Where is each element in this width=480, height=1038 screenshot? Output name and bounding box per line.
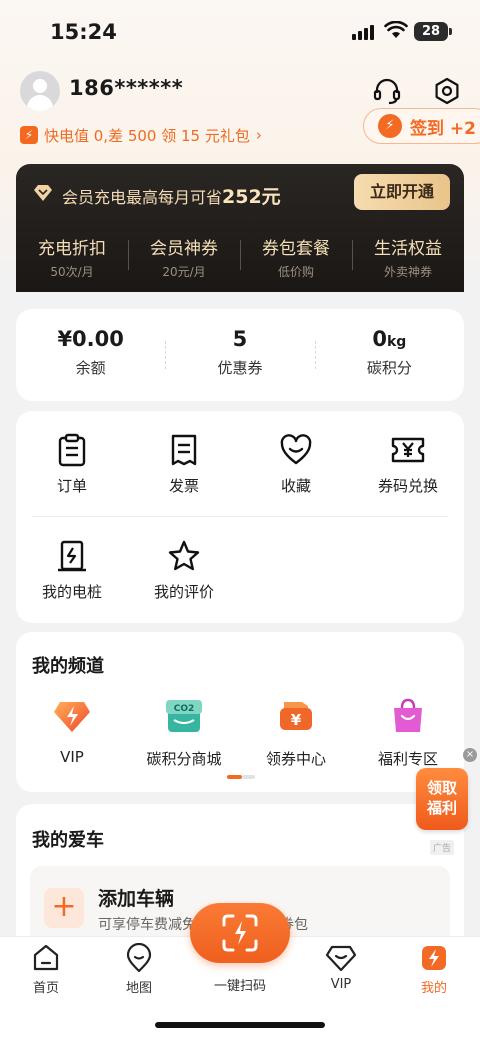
diamond-icon (34, 185, 52, 201)
close-icon[interactable]: × (463, 748, 477, 762)
ticket-yen-icon (391, 437, 425, 463)
home-indicator (155, 1022, 325, 1028)
bolt-icon: ⚡ (20, 126, 38, 144)
vip-icon (325, 945, 357, 972)
car-title: 我的爱车 (32, 830, 104, 851)
home-icon (33, 944, 59, 971)
tab-map[interactable]: 地图 (104, 943, 174, 996)
func-orders[interactable]: 订单 (16, 433, 128, 496)
tab-home[interactable]: 首页 (11, 943, 81, 996)
status-bar: 15:24 28 (0, 0, 480, 64)
add-vehicle-title: 添加车辆 (98, 888, 175, 910)
channel-title: 我的频道 (32, 656, 104, 677)
chevron-right-icon: › (255, 126, 262, 144)
bolt-coin-icon: ⚡ (378, 114, 402, 138)
membership-savings: 252元 (222, 186, 281, 208)
page-indicator (227, 775, 255, 779)
channel-welfare-zone[interactable]: 福利专区 (352, 696, 464, 769)
membership-title: 会员充电最高每月可省252元 (62, 186, 281, 208)
signin-button[interactable]: ⚡ 签到 +2 (363, 108, 480, 144)
status-time: 15:24 (50, 20, 117, 44)
account-stats-card: ¥0.00 余额 5 优惠券 0kg 碳积分 (16, 309, 464, 401)
scan-button[interactable] (190, 903, 290, 963)
func-my-chargers[interactable]: 我的电桩 (16, 539, 128, 602)
my-channel-card: 我的频道 VIP CO2 碳积分商城 ¥ 领券中心 福利专区 (16, 632, 464, 792)
wifi-icon (384, 21, 408, 38)
gift-bag-icon (394, 698, 422, 732)
settings-icon[interactable] (432, 76, 462, 106)
promo-text: 快电值 0,差 500 领 15 元礼包 (44, 126, 250, 145)
scan-label: 一键扫码 (213, 979, 266, 994)
stat-coupons[interactable]: 5 优惠券 (165, 309, 314, 401)
benefit-coupons[interactable]: 会员神券 20元/月 (128, 228, 240, 288)
channel-vip[interactable]: VIP (16, 696, 128, 766)
grid-divider (32, 516, 448, 517)
benefit-life[interactable]: 生活权益 外卖神券 (352, 228, 464, 288)
membership-card[interactable]: 会员充电最高每月可省252元 立即开通 充电折扣 50次/月 会员神券 20元/… (16, 164, 464, 292)
plus-icon: + (44, 888, 84, 928)
heart-icon (280, 434, 312, 465)
svg-text:¥: ¥ (291, 711, 302, 729)
svg-text:CO2: CO2 (174, 704, 195, 714)
benefit-packages[interactable]: 券包套餐 低价购 (240, 228, 352, 288)
func-my-reviews[interactable]: 我的评价 (128, 539, 240, 602)
tab-vip[interactable]: VIP (306, 943, 376, 992)
signin-label: 签到 +2 (410, 118, 476, 139)
promo-link[interactable]: ⚡ 快电值 0,差 500 领 15 元礼包 › (20, 124, 262, 146)
avatar[interactable] (20, 71, 60, 111)
func-invoice[interactable]: 发票 (128, 433, 240, 496)
star-icon (168, 540, 200, 571)
customer-service-icon[interactable] (372, 76, 402, 106)
map-pin-icon (126, 943, 152, 973)
profile-bolt-icon (422, 946, 446, 970)
ad-tag: 广告 (430, 840, 455, 855)
claim-welfare-float-button[interactable]: 领取 福利 (416, 768, 468, 830)
cellular-signal-icon (352, 24, 378, 40)
channel-coupon-center[interactable]: ¥ 领券中心 (240, 696, 352, 769)
vip-bolt-icon (54, 702, 90, 732)
function-grid-card: 订单 发票 收藏 券码兑换 我的电桩 我的评价 (16, 411, 464, 623)
tab-mine[interactable]: 我的 (399, 943, 469, 996)
open-membership-button[interactable]: 立即开通 (354, 174, 450, 210)
charger-icon (58, 540, 86, 572)
stat-carbon[interactable]: 0kg 碳积分 (314, 309, 464, 401)
func-favorites[interactable]: 收藏 (240, 433, 352, 496)
receipt-icon (171, 434, 197, 466)
stat-balance[interactable]: ¥0.00 余额 (16, 309, 165, 401)
benefit-discount[interactable]: 充电折扣 50次/月 (16, 228, 128, 288)
coupon-center-icon: ¥ (280, 702, 312, 730)
co2-shop-icon: CO2 (166, 700, 202, 732)
battery-cap (449, 28, 452, 35)
user-phone[interactable]: 186****** (69, 76, 183, 100)
clipboard-icon (58, 433, 86, 467)
channel-carbon-shop[interactable]: CO2 碳积分商城 (128, 696, 240, 769)
battery-icon: 28 (414, 22, 448, 41)
func-redeem-code[interactable]: 券码兑换 (352, 433, 464, 496)
scan-icon (222, 914, 258, 952)
